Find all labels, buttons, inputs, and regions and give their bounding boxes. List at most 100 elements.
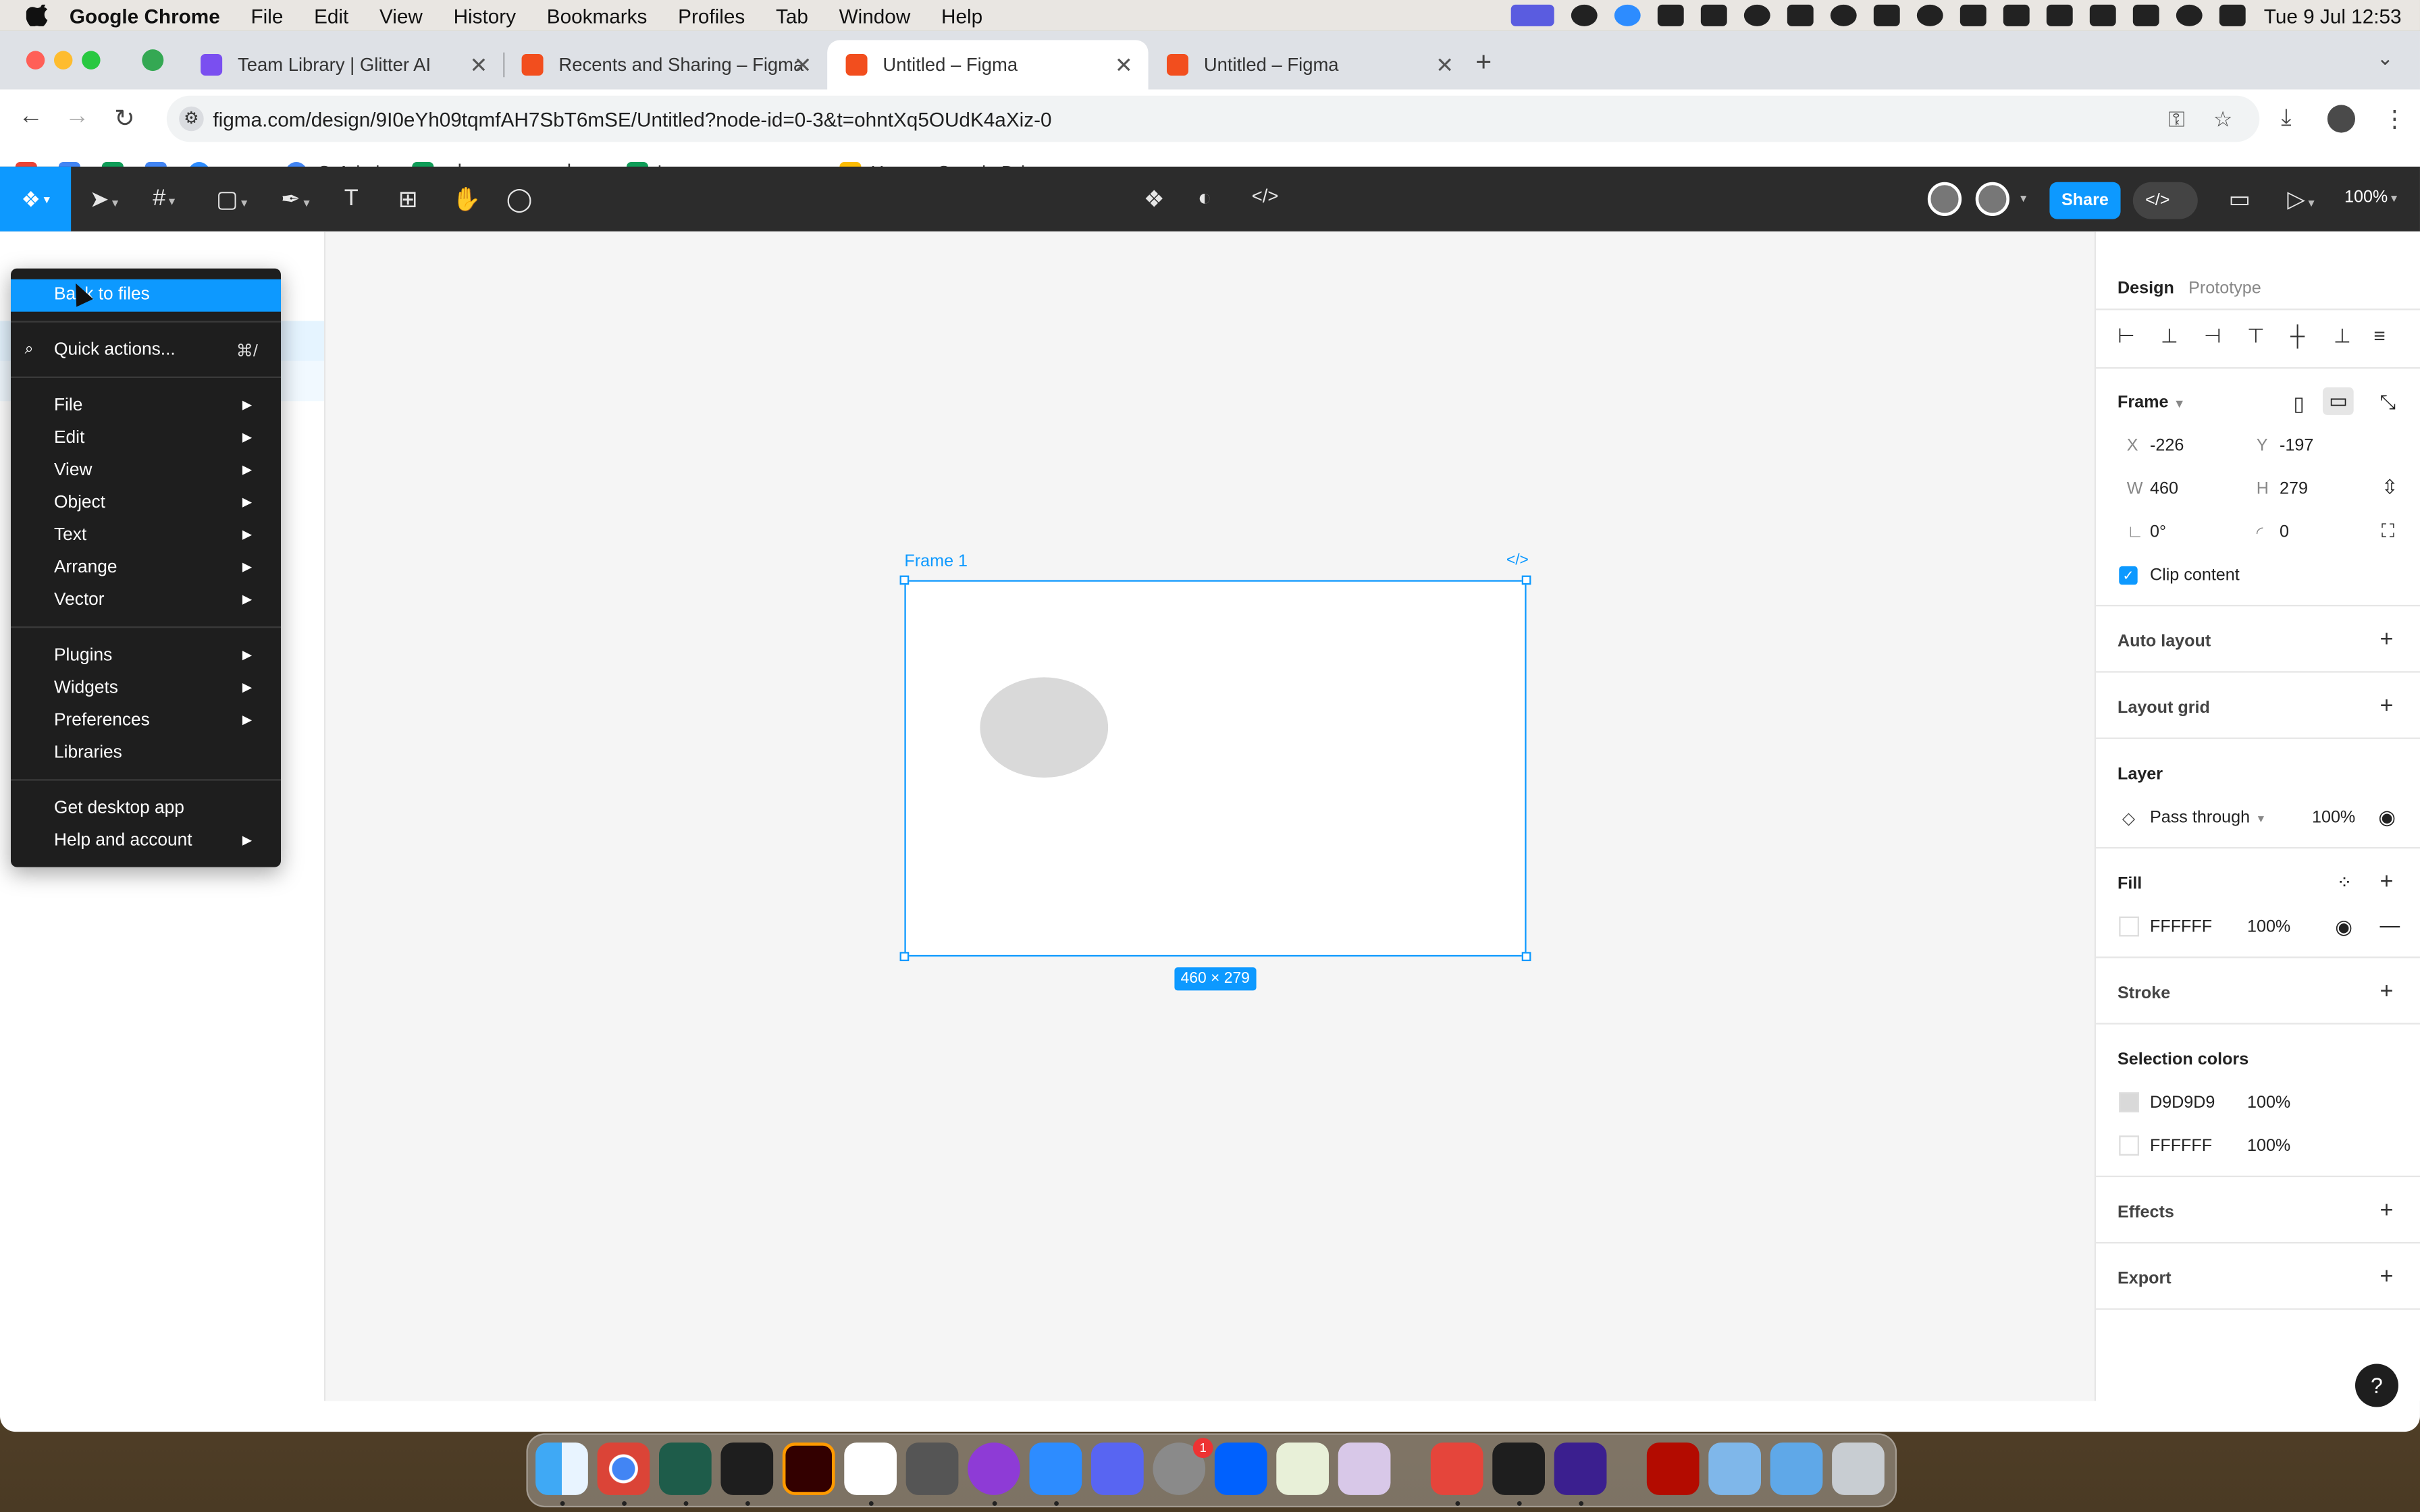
zoom-level[interactable]: 100% ▾	[2344, 188, 2397, 207]
independent-corners-icon[interactable]: ⛶	[2382, 520, 2394, 543]
align-middle-icon[interactable]: ┼	[2290, 324, 2305, 347]
resize-handle[interactable]	[899, 575, 910, 585]
hand-tool-icon[interactable]: ✋	[452, 185, 481, 213]
move-tool-icon[interactable]: ➤ ▾	[90, 185, 118, 213]
wifi-icon[interactable]	[2132, 4, 2159, 26]
power-app-icon[interactable]	[968, 1442, 1020, 1495]
align-right-icon[interactable]: ⊣	[2204, 324, 2221, 349]
address-url[interactable]: figma.com/design/9I0eYh09tqmfAH7SbT6mSE/…	[213, 108, 1051, 131]
x-input[interactable]: -226	[2150, 437, 2184, 455]
volume-icon[interactable]	[1959, 4, 1987, 26]
selection-color-hex[interactable]: D9D9D9	[2150, 1094, 2215, 1112]
component-icon[interactable]: ❖	[1144, 185, 1165, 213]
close-tab-icon[interactable]: ✕	[1115, 53, 1133, 79]
menubar-tab[interactable]: Tab	[776, 4, 808, 27]
menu-item-edit[interactable]: Edit ▶	[11, 423, 281, 455]
menubar-bookmarks[interactable]: Bookmarks	[547, 4, 648, 27]
zoom-dock-icon[interactable]	[1029, 1442, 1082, 1495]
acrobat-icon[interactable]	[1646, 1442, 1700, 1495]
width-input[interactable]: 460	[2150, 480, 2178, 498]
password-key-icon[interactable]: ⚿	[2168, 107, 2184, 133]
user-avatar[interactable]	[1975, 182, 2009, 216]
library-book-icon[interactable]: ▭	[2229, 185, 2251, 213]
close-tab-icon[interactable]: ✕	[469, 53, 488, 79]
figma-app-icon[interactable]	[1492, 1442, 1545, 1495]
pen-tool-icon[interactable]: ✒ ▾	[281, 185, 309, 213]
gitlab-tray-icon[interactable]	[1873, 4, 1900, 26]
resources-icon[interactable]: ⊞	[398, 185, 418, 213]
downloads-icon[interactable]: ⤓	[2281, 105, 2291, 131]
chrome-icon[interactable]	[597, 1442, 650, 1495]
grammarly-icon[interactable]	[1571, 4, 1598, 26]
fill-swatch[interactable]	[2119, 916, 2139, 937]
reload-icon[interactable]: ↻	[114, 103, 135, 134]
tab-search-icon[interactable]: ⌄	[2377, 47, 2394, 72]
artstudio-icon[interactable]	[1700, 4, 1727, 26]
y-input[interactable]: -197	[2280, 437, 2313, 455]
frame-section-title[interactable]: Frame ▾	[2118, 394, 2182, 412]
figma-dock-icon[interactable]	[720, 1442, 774, 1495]
design-canvas[interactable]: Frame 1 </> 460 × 279	[325, 231, 2095, 1401]
minimize-window-icon[interactable]	[53, 51, 73, 70]
glitter-dock-icon[interactable]	[1554, 1442, 1607, 1495]
dropbox-tray-icon[interactable]	[1787, 4, 1814, 26]
spotlight-icon[interactable]	[2176, 4, 2203, 26]
close-tab-icon[interactable]: ✕	[1436, 53, 1454, 79]
shape-tool-icon[interactable]: ▢ ▾	[216, 185, 247, 213]
downloads-folder-icon[interactable]	[1708, 1442, 1761, 1495]
present-play-icon[interactable]: ▷ ▾	[2287, 185, 2314, 213]
fill-opacity-input[interactable]: 100%	[2247, 918, 2290, 936]
figma-tray-icon[interactable]	[1657, 4, 1684, 26]
menubar-help[interactable]: Help	[941, 4, 982, 27]
tab-glitter[interactable]: Team Library | Glitter AI ✕	[182, 40, 505, 89]
close-window-icon[interactable]	[26, 51, 45, 70]
battery-icon[interactable]	[2089, 4, 2116, 26]
address-bar[interactable]: ⚙ figma.com/design/9I0eYh09tqmfAH7SbT6mS…	[166, 95, 2260, 142]
add-fill-icon[interactable]: +	[2380, 869, 2394, 895]
maximize-window-icon[interactable]	[82, 51, 101, 70]
illustrator-icon[interactable]	[782, 1442, 835, 1495]
dev-mode-toggle[interactable]: </>	[2132, 182, 2198, 219]
tab-untitled[interactable]: Untitled – Figma ✕	[1149, 40, 1469, 89]
comment-tool-icon[interactable]: ◯	[506, 185, 532, 213]
screen-share-icon[interactable]	[1510, 4, 1554, 26]
p-tray-icon[interactable]	[1916, 4, 1943, 26]
menu-item-plugins[interactable]: Plugins ▶	[11, 641, 281, 673]
trash-icon[interactable]	[1832, 1442, 1885, 1495]
help-button[interactable]: ?	[2355, 1364, 2398, 1407]
corner-radius-input[interactable]: 0	[2280, 523, 2289, 541]
contrast-icon[interactable]: ◐	[1198, 185, 1212, 211]
menubar-app-name[interactable]: Google Chrome	[70, 4, 220, 27]
menu-item-arrange[interactable]: Arrange ▶	[11, 552, 281, 585]
zoom-tray-icon[interactable]	[1614, 4, 1641, 26]
styles-grid-icon[interactable]: ⁘	[2337, 871, 2352, 893]
clip-content-checkbox[interactable]: ✓	[2119, 566, 2138, 585]
freeform-icon[interactable]	[1276, 1442, 1329, 1495]
finder-icon[interactable]	[535, 1442, 588, 1495]
selection-color-opacity[interactable]: 100%	[2247, 1094, 2290, 1112]
menu-item-object[interactable]: Object ▶	[11, 487, 281, 520]
pinned-tab-icon[interactable]	[142, 49, 164, 72]
collaborator-avatar[interactable]	[1927, 182, 1962, 216]
landscape-icon[interactable]: ▭	[2322, 387, 2355, 415]
menu-item-widgets[interactable]: Widgets ▶	[11, 673, 281, 705]
portrait-icon[interactable]: ▯	[2294, 392, 2305, 417]
eye-icon[interactable]: ◉	[2335, 915, 2352, 940]
frame-1[interactable]	[899, 575, 1531, 961]
profile-avatar[interactable]	[2327, 105, 2355, 133]
tab-design[interactable]: Design	[2118, 279, 2174, 298]
artstudio-dock-icon[interactable]	[1338, 1442, 1391, 1495]
close-tab-icon[interactable]: ✕	[793, 53, 812, 79]
gear-tray-icon[interactable]	[1830, 4, 1857, 26]
align-top-icon[interactable]: ⊤	[2247, 324, 2265, 349]
resize-to-fit-icon[interactable]: ⤡	[2380, 390, 2396, 415]
chrome-menu-icon[interactable]: ⋮	[2383, 105, 2406, 133]
frame-tool-icon[interactable]: # ▾	[153, 185, 175, 211]
anydesk-icon[interactable]	[1430, 1442, 1483, 1495]
resize-handle[interactable]	[1521, 952, 1531, 961]
ellipse-shape[interactable]	[980, 677, 1109, 778]
add-effect-icon[interactable]: +	[2380, 1197, 2394, 1224]
chevron-down-icon[interactable]: ▾	[2020, 191, 2026, 205]
menubar-edit[interactable]: Edit	[314, 4, 348, 27]
align-center-h-icon[interactable]: ⊥	[2161, 324, 2178, 349]
